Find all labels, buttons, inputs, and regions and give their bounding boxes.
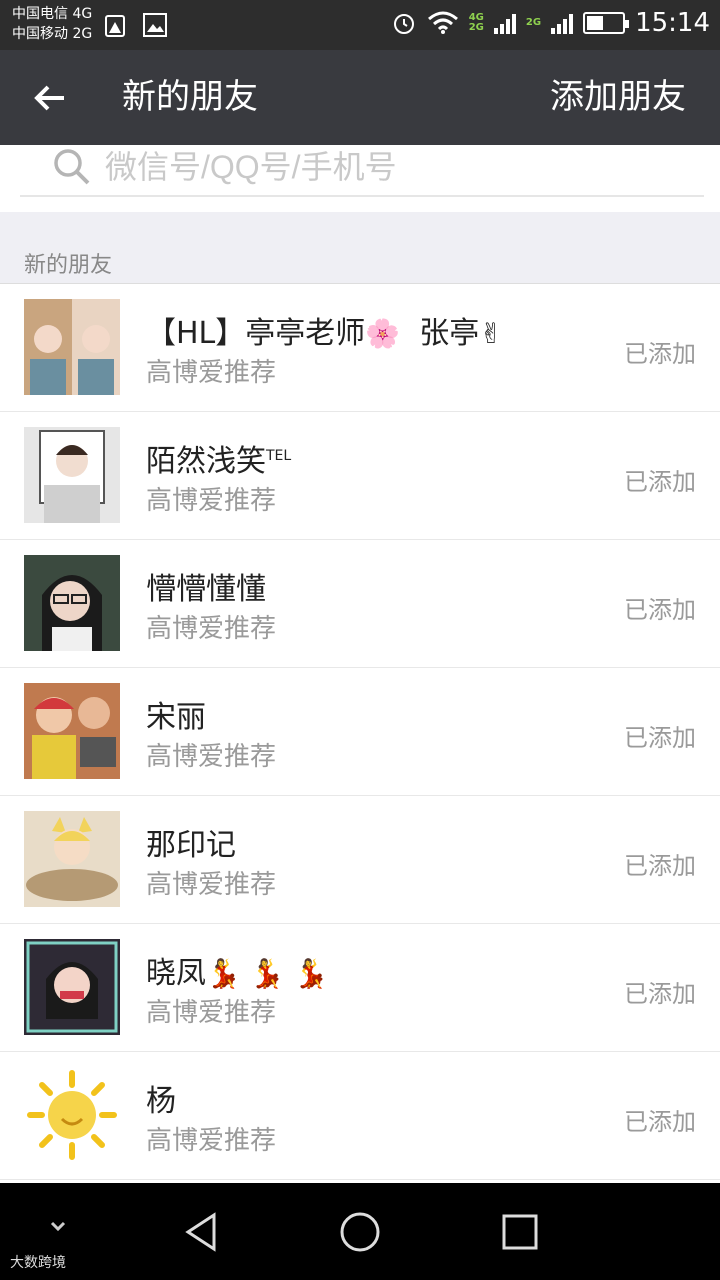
avatar [24, 299, 120, 395]
avatar [24, 939, 120, 1035]
friend-name-text: 晓凤 [146, 956, 206, 991]
signal-icon-1 [493, 12, 516, 34]
watermark: 大数跨境 [10, 1255, 66, 1271]
network-type: 4G 2G [469, 13, 484, 33]
avatar [24, 427, 120, 523]
notification-icons [104, 12, 168, 38]
friend-name: 那印记 [146, 828, 236, 863]
friend-source: 高博爱推荐 [146, 486, 277, 516]
carrier-info: 中国电信 4G 中国移动 2G [12, 4, 92, 44]
friend-row[interactable]: 【HL】亭亭老师🌸 张亭✌ 高博爱推荐 已添加 [0, 284, 720, 412]
friend-row[interactable]: 懵懵懂懂 高博爱推荐 已添加 [0, 540, 720, 668]
dancer-icon: 💃 💃 💃 [206, 957, 329, 990]
friend-source: 高博爱推荐 [146, 870, 277, 900]
friend-row[interactable]: 宋丽 高博爱推荐 已添加 [0, 668, 720, 796]
friend-source: 高博爱推荐 [146, 358, 277, 388]
friend-row[interactable]: 杨 高博爱推荐 已添加 [0, 1052, 720, 1180]
friend-name-text: 【HL】亭亭老师 [146, 316, 366, 351]
added-status: 已添加 [624, 724, 696, 752]
friend-source: 高博爱推荐 [146, 998, 277, 1028]
added-status: 已添加 [624, 596, 696, 624]
home-nav-icon[interactable] [335, 1207, 385, 1257]
search-input[interactable] [105, 145, 665, 189]
avatar [24, 811, 120, 907]
system-nav-bar: 大数跨境 [0, 1183, 720, 1280]
avatar [24, 555, 120, 651]
wifi-icon [427, 11, 458, 34]
search-icon [54, 149, 90, 185]
added-status: 已添加 [624, 1108, 696, 1136]
carrier-2: 中国移动 2G [12, 26, 93, 42]
alarm-icon [393, 14, 414, 34]
search-bar [0, 145, 720, 212]
clock: 15:14 [635, 8, 710, 38]
friend-name: 陌然浅笑TEL [146, 436, 291, 480]
image-icon [143, 13, 167, 37]
friend-list: 【HL】亭亭老师🌸 张亭✌ 高博爱推荐 已添加 陌然浅笑TEL 高博爱推荐 已添… [0, 284, 720, 1180]
added-status: 已添加 [624, 468, 696, 496]
friend-row[interactable]: 晓凤💃 💃 💃 高博爱推荐 已添加 [0, 924, 720, 1052]
network-2g-2: 2G [525, 17, 542, 28]
added-status: 已添加 [624, 340, 696, 368]
added-status: 已添加 [624, 980, 696, 1008]
friend-name-text: 陌然浅笑 [146, 444, 266, 479]
friend-name: 懵懵懂懂 [146, 572, 266, 607]
section-header: 新的朋友 [0, 212, 720, 284]
battery-icon [583, 12, 630, 34]
chevron-down-icon[interactable] [36, 1213, 80, 1243]
flower-icon: 🌸 [365, 317, 401, 350]
status-bar: 中国电信 4G 中国移动 2G 4G 2G 2G 15:14 [0, 0, 720, 50]
search-underline [20, 195, 704, 197]
friend-source: 高博爱推荐 [146, 742, 277, 772]
friend-source: 高博爱推荐 [146, 1126, 277, 1156]
page-title: 新的朋友 [122, 77, 258, 117]
avatar [24, 683, 120, 779]
signal-icon-2 [551, 12, 574, 34]
back-arrow-icon[interactable] [30, 78, 70, 118]
friend-source: 高博爱推荐 [146, 614, 277, 644]
add-friend-button[interactable]: 添加朋友 [550, 50, 686, 145]
tel-badge: TEL [266, 448, 292, 464]
friend-name-suffix: 张亭 [419, 316, 480, 351]
carrier-1: 中国电信 4G [12, 6, 93, 22]
recents-nav-icon[interactable] [495, 1207, 545, 1257]
friend-name: 宋丽 [146, 700, 206, 735]
friend-name: 杨 [146, 1084, 176, 1119]
avatar [24, 1067, 120, 1163]
network-2g: 2G [468, 22, 484, 33]
friend-name: 晓凤💃 💃 💃 [146, 948, 328, 992]
friend-row[interactable]: 陌然浅笑TEL 高博爱推荐 已添加 [0, 412, 720, 540]
section-label: 新的朋友 [24, 253, 113, 278]
added-status: 已添加 [624, 852, 696, 880]
title-bar: 新的朋友 添加朋友 [0, 50, 720, 145]
friend-name: 【HL】亭亭老师🌸 张亭✌ [146, 308, 503, 352]
system-status: 4G 2G 2G 15:14 [391, 8, 710, 38]
friend-row[interactable]: 那印记 高博爱推荐 已添加 [0, 796, 720, 924]
sim-warning-icon [105, 15, 125, 37]
back-nav-icon[interactable] [176, 1207, 226, 1257]
victory-hand-icon: ✌ [479, 317, 503, 350]
